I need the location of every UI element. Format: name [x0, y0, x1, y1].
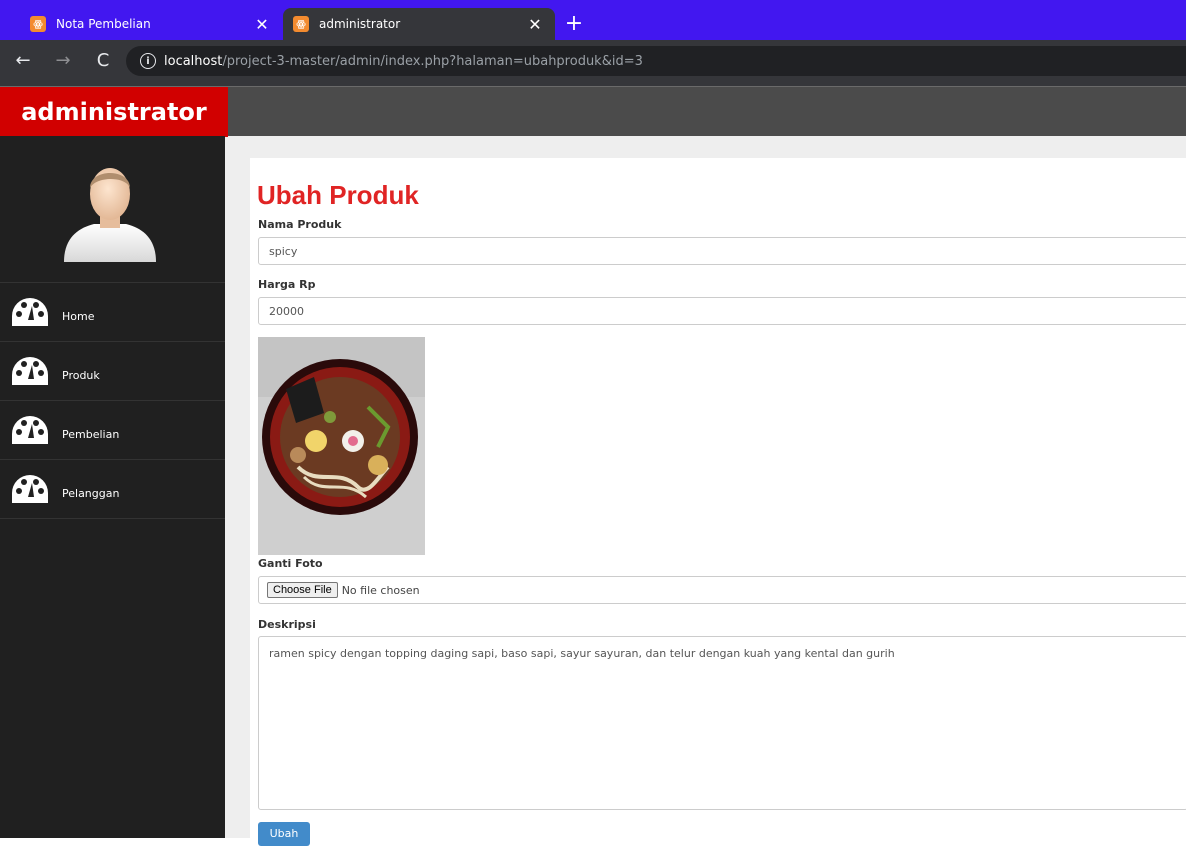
- dashboard-icon: [10, 295, 52, 329]
- dashboard-icon: [10, 472, 52, 506]
- new-tab-button[interactable]: +: [561, 12, 587, 38]
- info-icon[interactable]: i: [140, 53, 156, 69]
- tab-title: administrator: [319, 17, 401, 31]
- deskripsi-label: Deskripsi: [258, 618, 316, 631]
- browser-tab-administrator[interactable]: ꙮ administrator ✕: [283, 8, 555, 40]
- ganti-foto-label: Ganti Foto: [258, 557, 323, 570]
- page-title: Ubah Produk: [257, 180, 419, 210]
- harga-label: Harga Rp: [258, 278, 316, 291]
- xampp-icon: ꙮ: [30, 16, 46, 32]
- file-input[interactable]: Choose File No file chosen: [258, 576, 1186, 604]
- reload-icon[interactable]: C: [90, 48, 116, 74]
- brand-logo[interactable]: administrator: [0, 87, 228, 137]
- file-status: No file chosen: [341, 583, 420, 597]
- sidebar-item-pelanggan[interactable]: Pelanggan: [0, 460, 225, 519]
- sidebar: Home Produk Pembelian Pelanggan: [0, 136, 225, 838]
- nama-produk-label: Nama Produk: [258, 218, 342, 231]
- dashboard-icon: [10, 413, 52, 447]
- dashboard-icon: [10, 354, 52, 388]
- sidebar-item-label: Pelanggan: [62, 486, 120, 500]
- close-icon[interactable]: ✕: [523, 12, 547, 36]
- address-bar[interactable]: i localhost/project-3-master/admin/index…: [126, 46, 1186, 76]
- product-photo: [258, 337, 425, 555]
- deskripsi-textarea[interactable]: ramen spicy dengan topping daging sapi, …: [258, 636, 1186, 810]
- browser-tab-nota[interactable]: ꙮ Nota Pembelian ✕: [20, 8, 282, 40]
- sidebar-item-pembelian[interactable]: Pembelian: [0, 401, 225, 460]
- admin-page: administrator Home Produk Pembelian Pela…: [0, 86, 1186, 846]
- nama-produk-input[interactable]: spicy: [258, 237, 1186, 265]
- sidebar-nav: Home Produk Pembelian Pelanggan: [0, 282, 225, 519]
- sidebar-item-label: Home: [62, 309, 95, 323]
- sidebar-item-label: Produk: [62, 368, 100, 382]
- top-navbar: administrator: [0, 86, 1186, 137]
- browser-toolbar: ← → C i localhost/project-3-master/admin…: [0, 40, 1186, 86]
- avatar: [60, 158, 160, 262]
- main-content: Ubah Produk Nama Produk spicy Harga Rp 2…: [250, 158, 1186, 846]
- choose-file-button[interactable]: Choose File: [267, 582, 338, 598]
- sidebar-item-produk[interactable]: Produk: [0, 342, 225, 401]
- xampp-icon: ꙮ: [293, 16, 309, 32]
- sidebar-item-label: Pembelian: [62, 427, 120, 441]
- forward-icon[interactable]: →: [50, 48, 76, 74]
- back-icon[interactable]: ←: [10, 48, 36, 74]
- browser-tabbar: ꙮ Nota Pembelian ✕ ꙮ administrator ✕ +: [0, 0, 1186, 40]
- harga-input[interactable]: 20000: [258, 297, 1186, 325]
- url-text[interactable]: localhost/project-3-master/admin/index.p…: [164, 54, 643, 69]
- tab-title: Nota Pembelian: [56, 17, 151, 31]
- sidebar-item-home[interactable]: Home: [0, 283, 225, 342]
- ubah-button[interactable]: Ubah: [258, 822, 310, 846]
- close-icon[interactable]: ✕: [250, 12, 274, 36]
